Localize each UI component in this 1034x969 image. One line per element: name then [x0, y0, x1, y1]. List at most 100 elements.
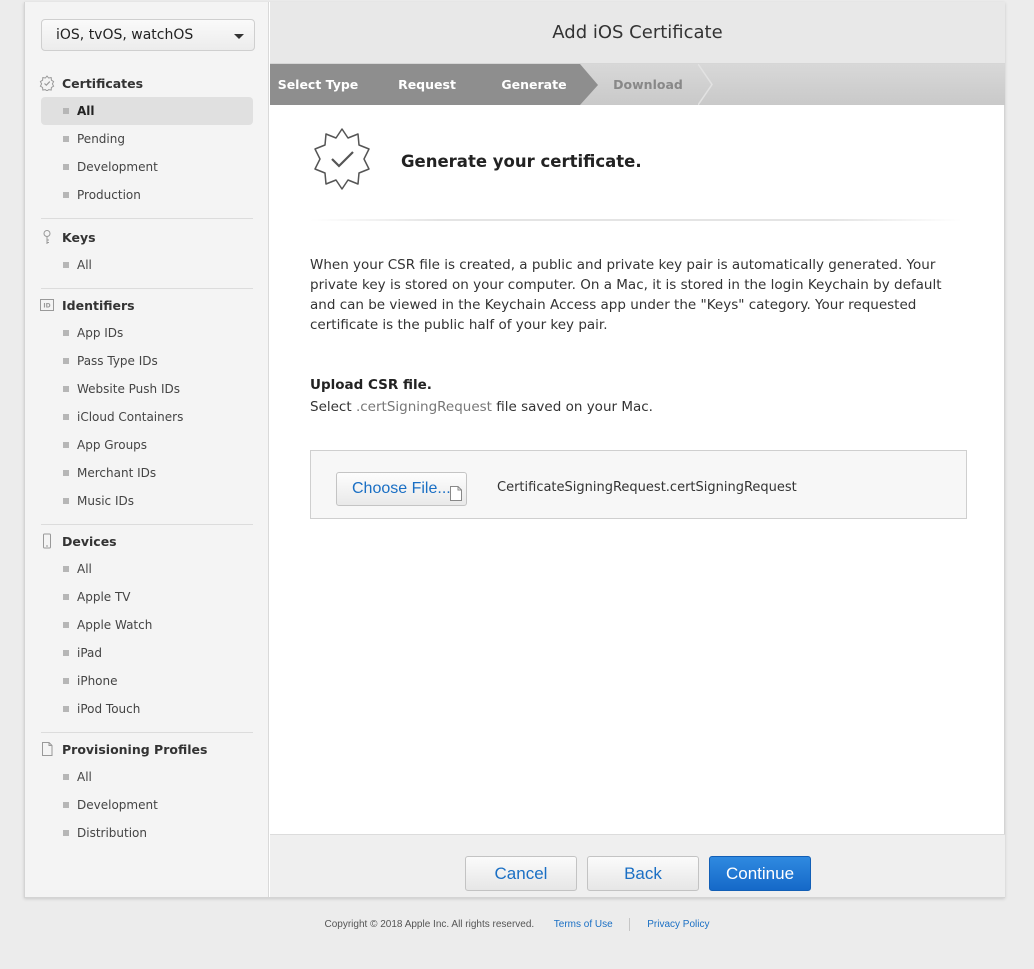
- divider: [41, 732, 253, 733]
- choose-file-button[interactable]: Choose File...: [336, 472, 467, 506]
- section-title: Certificates: [62, 75, 144, 91]
- section-header-provisioning-profiles[interactable]: Provisioning Profiles: [25, 735, 269, 763]
- terms-of-use-link[interactable]: Terms of Use: [554, 919, 613, 930]
- sidebar-item-profiles-development[interactable]: Development: [41, 791, 253, 819]
- sidebar-item-profiles-all[interactable]: All: [41, 763, 253, 791]
- description-text: When your CSR file is created, a public …: [310, 257, 942, 333]
- back-button[interactable]: Back: [587, 856, 699, 891]
- upload-instructions: Select .certSigningRequest file saved on…: [310, 399, 653, 415]
- step-select-type: Select Type: [270, 64, 366, 105]
- sidebar-item-label: Production: [77, 188, 141, 202]
- sidebar-item-label: All: [77, 770, 92, 784]
- sidebar-item-app-ids[interactable]: App IDs: [41, 319, 253, 347]
- sidebar-item-certificates-development[interactable]: Development: [41, 153, 253, 181]
- sidebar-item-certificates-all[interactable]: All: [41, 97, 253, 125]
- sidebar-item-certificates-production[interactable]: Production: [41, 181, 253, 209]
- section-header-keys[interactable]: Keys: [25, 223, 269, 251]
- bullet-icon: [63, 802, 69, 808]
- page-title: Add iOS Certificate: [270, 2, 1005, 64]
- sidebar-item-label: App IDs: [77, 326, 124, 340]
- sidebar-item-keys-all[interactable]: All: [41, 251, 253, 279]
- bullet-icon: [63, 414, 69, 420]
- privacy-policy-link[interactable]: Privacy Policy: [647, 919, 709, 930]
- sidebar-item-label: Music IDs: [77, 494, 134, 508]
- app-frame: iOS, tvOS, watchOS Certificates All Pend…: [24, 2, 1005, 898]
- divider: [41, 218, 253, 219]
- section-identifiers: ID Identifiers App IDs Pass Type IDs Web…: [25, 291, 269, 530]
- bullet-icon: [63, 498, 69, 504]
- section-heading: Generate your certificate.: [401, 152, 642, 171]
- file-upload-box: Choose File... CertificateSigningRequest…: [310, 450, 967, 519]
- section-header-devices[interactable]: Devices: [25, 527, 269, 555]
- bullet-icon: [63, 358, 69, 364]
- sidebar-item-label: Distribution: [77, 826, 148, 840]
- sidebar-item-label: Apple TV: [77, 590, 131, 604]
- section-provisioning-profiles: Provisioning Profiles All Development Di…: [25, 735, 269, 847]
- cancel-button[interactable]: Cancel: [465, 856, 577, 891]
- sidebar-item-ipod-touch[interactable]: iPod Touch: [41, 695, 253, 723]
- sidebar-item-apple-tv[interactable]: Apple TV: [41, 583, 253, 611]
- sidebar-item-label: iPhone: [77, 674, 118, 688]
- sidebar-item-app-groups[interactable]: App Groups: [41, 431, 253, 459]
- platform-select[interactable]: iOS, tvOS, watchOS: [41, 19, 255, 51]
- bullet-icon: [63, 622, 69, 628]
- section-header-identifiers[interactable]: ID Identifiers: [25, 291, 269, 319]
- certificate-badge-icon: [310, 127, 374, 195]
- file-extension: .certSigningRequest: [355, 399, 492, 415]
- copyright-text: Copyright © 2018 Apple Inc. All rights r…: [324, 919, 535, 930]
- sidebar-item-music-ids[interactable]: Music IDs: [41, 487, 253, 515]
- main-panel: Add iOS Certificate Select Type Request …: [270, 2, 1005, 897]
- platform-select-value: iOS, tvOS, watchOS: [56, 27, 194, 43]
- bullet-icon: [63, 386, 69, 392]
- sidebar-item-iphone[interactable]: iPhone: [41, 667, 253, 695]
- sidebar-item-profiles-distribution[interactable]: Distribution: [41, 819, 253, 847]
- sidebar-item-pass-type-ids[interactable]: Pass Type IDs: [41, 347, 253, 375]
- sidebar-item-ipad[interactable]: iPad: [41, 639, 253, 667]
- svg-text:ID: ID: [43, 303, 50, 310]
- sidebar-item-label: App Groups: [77, 438, 148, 452]
- upload-instructions-suffix: file saved on your Mac.: [491, 399, 653, 415]
- divider: [41, 288, 253, 289]
- sidebar-item-merchant-ids[interactable]: Merchant IDs: [41, 459, 253, 487]
- section-certificates: Certificates All Pending Development Pro…: [25, 69, 269, 224]
- bullet-icon: [63, 566, 69, 572]
- section-header-certificates[interactable]: Certificates: [25, 69, 269, 97]
- sidebar-item-apple-watch[interactable]: Apple Watch: [41, 611, 253, 639]
- sidebar-item-label: All: [77, 104, 95, 118]
- step-request: Request: [366, 64, 470, 105]
- bullet-icon: [63, 594, 69, 600]
- id-card-icon: ID: [39, 297, 55, 313]
- continue-button[interactable]: Continue: [709, 856, 811, 891]
- divider: [310, 219, 962, 221]
- section-title: Identifiers: [62, 297, 135, 313]
- section-keys: Keys All: [25, 223, 269, 294]
- sidebar-item-certificates-pending[interactable]: Pending: [41, 125, 253, 153]
- action-bar: Cancel Back Continue: [270, 834, 1005, 897]
- sidebar-item-label: All: [77, 562, 92, 576]
- bullet-icon: [63, 442, 69, 448]
- sidebar-item-label: Pending: [77, 132, 125, 146]
- step-generate: Generate: [470, 64, 580, 105]
- step-label: Generate: [501, 77, 567, 92]
- section-title: Keys: [62, 229, 96, 245]
- step-download: Download: [580, 64, 698, 105]
- bullet-icon: [63, 330, 69, 336]
- sidebar-item-devices-all[interactable]: All: [41, 555, 253, 583]
- divider: [41, 524, 253, 525]
- bullet-icon: [63, 678, 69, 684]
- document-icon: [450, 481, 462, 513]
- bullet-icon: [63, 164, 69, 170]
- bullet-icon: [63, 706, 69, 712]
- certificate-badge-icon: [39, 75, 55, 91]
- section-title: Provisioning Profiles: [62, 741, 208, 757]
- chevron-down-icon: [234, 34, 244, 39]
- page-footer: Copyright © 2018 Apple Inc. All rights r…: [0, 918, 1034, 931]
- sidebar-item-label: iPad: [77, 646, 103, 660]
- step-label: Download: [613, 77, 683, 92]
- section-devices: Devices All Apple TV Apple Watch iPad iP…: [25, 527, 269, 738]
- key-icon: [39, 229, 55, 245]
- upload-instructions-prefix: Select: [310, 399, 356, 415]
- sidebar-item-website-push-ids[interactable]: Website Push IDs: [41, 375, 253, 403]
- sidebar-item-label: Development: [77, 798, 158, 812]
- sidebar-item-icloud-containers[interactable]: iCloud Containers: [41, 403, 253, 431]
